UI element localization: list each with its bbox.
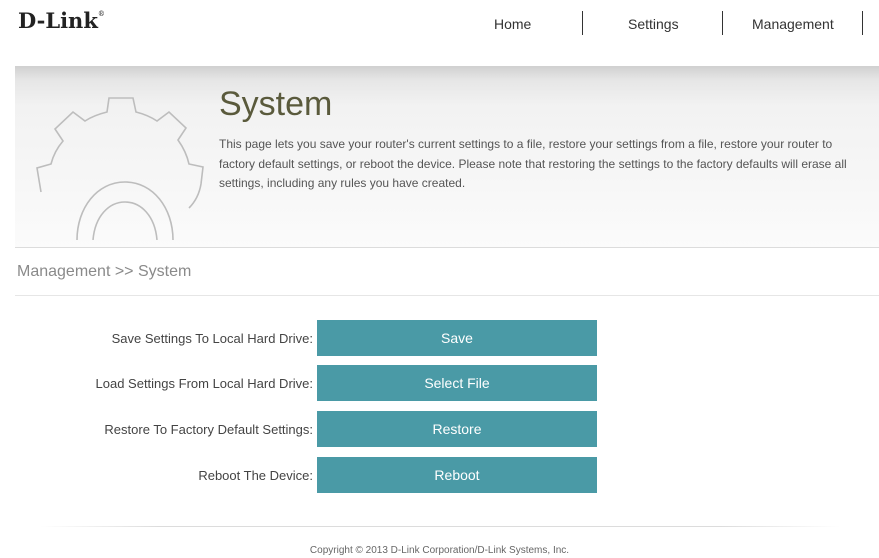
top-bar: D-Link® Home Settings Management — [0, 0, 879, 66]
gear-icon — [36, 97, 204, 240]
nav-settings[interactable]: Settings — [628, 13, 679, 35]
page-title: System — [219, 85, 333, 123]
dlink-logo[interactable]: D-Link® — [18, 8, 105, 33]
load-settings-label: Load Settings From Local Hard Drive: — [95, 376, 313, 391]
page-banner: System This page lets you save your rout… — [15, 66, 879, 248]
restore-factory-label: Restore To Factory Default Settings: — [104, 422, 313, 437]
copyright-text: Copyright © 2013 D-Link Corporation/D-Li… — [309, 545, 570, 556]
breadcrumb: Management >> System — [17, 263, 192, 280]
nav-separator — [722, 11, 723, 35]
restore-button[interactable]: Restore — [317, 411, 597, 447]
divider — [15, 295, 879, 296]
page-description: This page lets you save your router's cu… — [219, 137, 847, 190]
nav-separator — [582, 11, 583, 35]
nav-management[interactable]: Management — [752, 13, 834, 35]
footer-divider — [40, 526, 840, 527]
nav-home[interactable]: Home — [494, 13, 531, 35]
save-button[interactable]: Save — [317, 320, 597, 356]
reboot-device-label: Reboot The Device: — [198, 468, 313, 483]
select-file-button[interactable]: Select File — [317, 365, 597, 401]
nav-separator — [862, 11, 863, 35]
save-settings-label: Save Settings To Local Hard Drive: — [111, 331, 313, 346]
reboot-button[interactable]: Reboot — [317, 457, 597, 493]
registered-mark: ® — [97, 10, 105, 18]
logo-text: D-Link — [18, 8, 98, 33]
